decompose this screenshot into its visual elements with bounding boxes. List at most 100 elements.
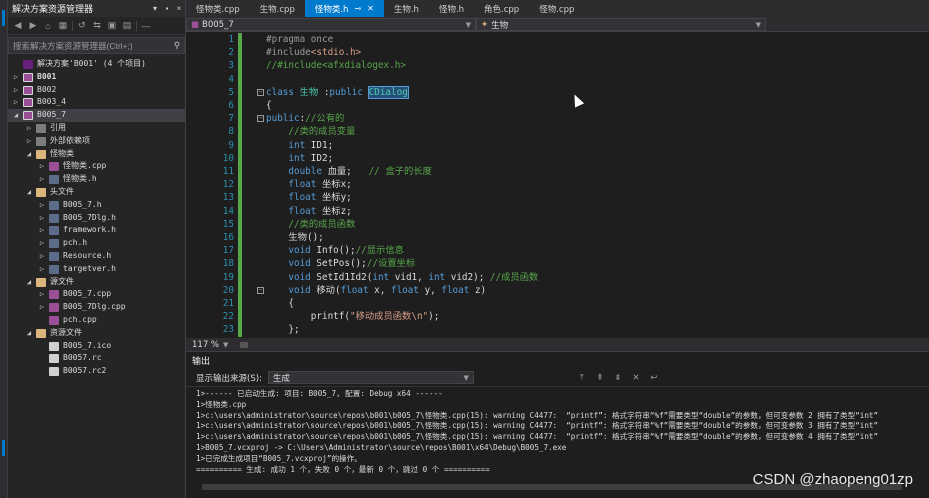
tree-item[interactable]: ◢ B005_7 xyxy=(8,109,185,122)
collapse-arrow-icon[interactable]: ◢ xyxy=(25,148,33,161)
code-line[interactable]: 20 − void 移动(float x, float y, float z) xyxy=(186,283,929,297)
collapse-arrow-icon[interactable]: ◢ xyxy=(25,186,33,199)
word-wrap-icon[interactable]: ↩ xyxy=(648,373,660,383)
code-line[interactable]: 12 float 坐标x; xyxy=(186,178,929,192)
code-line[interactable]: 9 int ID1; xyxy=(186,138,929,152)
tree-item[interactable]: pch.cpp xyxy=(8,314,185,327)
dropdown-icon[interactable]: ▾ xyxy=(149,4,161,13)
tree-item[interactable]: ▷ B005_7.cpp xyxy=(8,288,185,301)
tree-item[interactable]: B0057.rc2 xyxy=(8,365,185,378)
editor-tab[interactable]: 怪物类.h ⊸ ✕ xyxy=(304,0,384,17)
expand-arrow-icon[interactable]: ▷ xyxy=(38,301,46,314)
pin-icon[interactable]: ⊸ xyxy=(354,4,361,13)
expand-arrow-icon[interactable]: ▷ xyxy=(12,84,20,97)
collapse-arrow-icon[interactable]: ◢ xyxy=(25,276,33,289)
expand-arrow-icon[interactable]: ▷ xyxy=(38,237,46,250)
code-line[interactable]: 1 #pragma once xyxy=(186,33,929,47)
collapse-all-icon[interactable]: ▣ xyxy=(106,20,118,31)
tree-item[interactable]: ▷ 怪物类.cpp xyxy=(8,160,185,173)
code-line[interactable]: 4 xyxy=(186,72,929,86)
previous-message-icon[interactable]: ⇞ xyxy=(594,373,606,383)
tree-item[interactable]: 解决方案'B001' (4 个项目) xyxy=(8,58,185,71)
expand-arrow-icon[interactable]: ▷ xyxy=(38,263,46,276)
expand-arrow-icon[interactable]: ▷ xyxy=(25,122,33,135)
code-line[interactable]: 2 #include<stdio.h> xyxy=(186,46,929,60)
code-line[interactable]: 11 double 血量; // 盒子的长度 xyxy=(186,165,929,179)
code-line[interactable]: 16 生物(); xyxy=(186,231,929,245)
toolbox-tab[interactable] xyxy=(2,10,5,26)
tree-item[interactable]: ◢ 怪物类 xyxy=(8,148,185,161)
code-line[interactable]: 15 //类的成员函数 xyxy=(186,217,929,231)
tree-item[interactable]: ▷ framework.h xyxy=(8,224,185,237)
expand-arrow-icon[interactable]: ▷ xyxy=(38,250,46,263)
code-line[interactable]: 3 //#include<afxdialogex.h> xyxy=(186,59,929,73)
code-line[interactable]: 21 { xyxy=(186,297,929,311)
back-icon[interactable]: ◀ xyxy=(12,20,24,31)
output-text[interactable]: 1>------ 已启动生成: 项目: B005_7, 配置: Debug x6… xyxy=(186,387,929,475)
history-icon[interactable]: ↺ xyxy=(76,20,88,31)
chevron-down-icon[interactable]: ▼ xyxy=(223,341,228,349)
code-line[interactable]: 13 float 坐标y; xyxy=(186,191,929,205)
editor-tab[interactable]: 怪物.cpp xyxy=(529,0,584,17)
zoom-level[interactable]: 117 % xyxy=(192,340,219,350)
expand-arrow-icon[interactable]: ▷ xyxy=(38,212,46,225)
find-message-icon[interactable]: ⤒ xyxy=(576,373,588,383)
preview-icon[interactable]: — xyxy=(140,21,152,31)
close-tab-icon[interactable]: ✕ xyxy=(367,4,374,13)
tree-item[interactable]: ▷ 外部依赖项 xyxy=(8,135,185,148)
home-icon[interactable]: ⌂ xyxy=(42,21,54,31)
code-line[interactable]: 19 void SetId1Id2(int vid1, int vid2); /… xyxy=(186,270,929,284)
fold-toggle-icon[interactable]: − xyxy=(257,286,264,294)
tree-item[interactable]: B0057.rc xyxy=(8,352,185,365)
collapse-arrow-icon[interactable]: ◢ xyxy=(25,327,33,340)
sync-icon[interactable]: ⇆ xyxy=(91,20,103,31)
code-line[interactable]: 6{ xyxy=(186,99,929,113)
code-line[interactable]: 7 − public://公有的 xyxy=(186,112,929,126)
forward-icon[interactable]: ▶ xyxy=(27,20,39,31)
editor-tab[interactable]: 怪物.h xyxy=(429,0,474,17)
tree-item[interactable]: ▷ B001 xyxy=(8,71,185,84)
tree-item[interactable]: ▷ B002 xyxy=(8,84,185,97)
editor-tab[interactable]: 生物.h xyxy=(384,0,429,17)
solution-explorer-search[interactable]: 搜索解决方案资源管理器(Ctrl+;) ⚲ xyxy=(8,37,185,54)
tree-item[interactable]: ◢ 源文件 xyxy=(8,276,185,289)
code-line[interactable]: 22 printf("移动成员函数\n"); xyxy=(186,310,929,324)
tree-item[interactable]: ◢ 资源文件 xyxy=(8,327,185,340)
tree-item[interactable]: ▷ B005_7.h xyxy=(8,199,185,212)
expand-arrow-icon[interactable]: ▷ xyxy=(38,224,46,237)
code-line[interactable]: 8 //类的成员变量 xyxy=(186,125,929,139)
code-line[interactable]: 10 int ID2; xyxy=(186,151,929,165)
code-editor[interactable]: 1 #pragma once 2 #include<stdio.h> 3 //#inclu… xyxy=(186,32,929,338)
fold-toggle-icon[interactable]: − xyxy=(257,115,264,123)
code-line[interactable]: 17 void Info();//显示信息 xyxy=(186,244,929,258)
clear-all-icon[interactable]: ✕ xyxy=(630,373,642,383)
tree-item[interactable]: ▷ targetver.h xyxy=(8,263,185,276)
code-line[interactable]: 18 void SetPos();//设置坐标 xyxy=(186,257,929,271)
scope-dropdown[interactable]: ■ B005_7 ▼ xyxy=(186,18,476,31)
fold-toggle-icon[interactable]: − xyxy=(257,88,264,96)
expand-arrow-icon[interactable]: ▷ xyxy=(38,199,46,212)
tree-item[interactable]: ▷ 引用 xyxy=(8,122,185,135)
collapse-arrow-icon[interactable]: ◢ xyxy=(12,109,20,122)
pin-icon[interactable]: ▪ xyxy=(161,4,173,13)
tree-item[interactable]: ▷ B005_7Dlg.h xyxy=(8,212,185,225)
tree-item[interactable]: ▷ 怪物类.h xyxy=(8,173,185,186)
horizontal-scroll-thumb[interactable] xyxy=(240,341,249,348)
expand-arrow-icon[interactable]: ▷ xyxy=(12,71,20,84)
expand-arrow-icon[interactable]: ▷ xyxy=(25,135,33,148)
editor-tab[interactable]: 怪物类.cpp xyxy=(186,0,250,17)
code-line[interactable]: 14 float 坐标z; xyxy=(186,204,929,218)
tree-item[interactable]: ▷ B003_4 xyxy=(8,96,185,109)
output-source-dropdown[interactable]: 生成 ▼ xyxy=(267,371,474,384)
next-message-icon[interactable]: ⇟ xyxy=(612,373,624,383)
search-icon[interactable]: ⚲ xyxy=(170,40,184,51)
tree-item[interactable]: ◢ 头文件 xyxy=(8,186,185,199)
side-tab[interactable] xyxy=(2,440,5,456)
code-line[interactable]: 5 − class 生物 :public CDialog xyxy=(186,85,929,99)
editor-tab[interactable]: 生物.cpp xyxy=(250,0,305,17)
close-icon[interactable]: × xyxy=(173,4,185,13)
expand-arrow-icon[interactable]: ▷ xyxy=(38,173,46,186)
tree-item[interactable]: ▷ pch.h xyxy=(8,237,185,250)
member-dropdown[interactable]: ✦ 生物 ▼ xyxy=(476,18,766,31)
expand-arrow-icon[interactable]: ▷ xyxy=(38,160,46,173)
